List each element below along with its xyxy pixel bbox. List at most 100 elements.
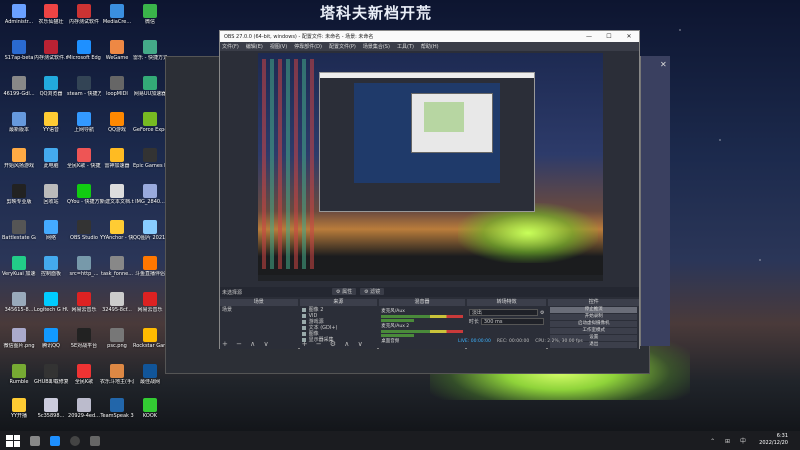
- desktop-icon[interactable]: 5E对战平台: [67, 326, 101, 362]
- desktop-icon[interactable]: src=http_...: [67, 254, 101, 290]
- desktop-icon[interactable]: S17ap-beta: [2, 38, 36, 74]
- desktop-icon[interactable]: Battlestate Games L...: [2, 218, 36, 254]
- desktop-icon[interactable]: IMG_2840...: [133, 182, 167, 218]
- desktop-icon[interactable]: YY开播: [2, 396, 36, 432]
- clock[interactable]: 6:31 2022/12/20: [759, 433, 788, 447]
- desktop-icon[interactable]: steam - 快捷方式: [67, 74, 101, 110]
- virtual-camera-button[interactable]: 启动虚拟摄像机: [550, 321, 637, 327]
- desktop-icon[interactable]: QQ图片 20210624...: [133, 218, 167, 254]
- desktop-icon[interactable]: VeryKuai 加速器: [2, 254, 36, 290]
- game-icon[interactable]: [90, 435, 100, 446]
- close-icon[interactable]: ✕: [660, 60, 667, 69]
- desktop-icon-label: 5E对战平台: [70, 343, 98, 349]
- close-button[interactable]: ✕: [619, 33, 639, 40]
- desktop-icon[interactable]: Microsoft Edge: [67, 38, 101, 74]
- desktop-icon[interactable]: 5c35898...: [34, 396, 68, 432]
- desktop-icon[interactable]: 内存测试软件: [67, 2, 101, 38]
- desktop-icon-label: 雷神加速器: [104, 163, 130, 169]
- desktop-icon[interactable]: 开始风扬游戏: [2, 146, 36, 182]
- desktop-icon[interactable]: 内存测试软件.rar: [34, 38, 68, 74]
- desktop-icon[interactable]: 345615-8...: [2, 290, 36, 326]
- properties-button[interactable]: ⚙ 属性: [332, 288, 357, 295]
- sources-footer-buttons[interactable]: + − ⚙ ∧ ∨: [302, 340, 366, 348]
- desktop-icon[interactable]: GHUB卸载修复版本.exe: [34, 362, 68, 398]
- desktop-icon[interactable]: KOOK: [133, 396, 167, 432]
- desktop-icon[interactable]: task_fonne...: [100, 254, 134, 290]
- desktop-icon[interactable]: MediaCre...: [100, 2, 134, 38]
- desktop-icon[interactable]: 网易UU加速器: [133, 74, 167, 110]
- duration-field[interactable]: 300 ms: [480, 318, 545, 325]
- filters-button[interactable]: ⚙ 滤镜: [360, 288, 385, 295]
- volume-slider[interactable]: [381, 334, 463, 337]
- desktop-icon[interactable]: 雷神加速器: [100, 146, 134, 182]
- desktop-icon[interactable]: 剪映专业版: [2, 182, 36, 218]
- app-icon: [12, 256, 26, 270]
- system-tray[interactable]: ⌃ ⊞ 中: [710, 436, 750, 445]
- desktop-icon[interactable]: 网易云音乐: [67, 290, 101, 326]
- scenes-footer-buttons[interactable]: + − ∧ ∨: [222, 340, 272, 348]
- desktop-icon[interactable]: Rumble: [2, 362, 36, 398]
- preview-canvas[interactable]: [258, 53, 603, 279]
- volume-slider[interactable]: [381, 319, 463, 322]
- menu-tools[interactable]: 工具(T): [397, 43, 414, 50]
- desktop-icon[interactable]: QQ游戏: [100, 110, 134, 146]
- desktop-icon[interactable]: 此电脑: [34, 146, 68, 182]
- desktop-icon[interactable]: 最新版本: [2, 110, 36, 146]
- desktop-icon[interactable]: 46199-Gdl...: [2, 74, 36, 110]
- desktop-icon[interactable]: TeamSpeak 3: [100, 396, 134, 432]
- edge-icon[interactable]: [50, 435, 60, 446]
- desktop-icon[interactable]: 全民K歌 - 快捷方式: [67, 146, 101, 182]
- desktop-icon[interactable]: 腾讯QQ: [34, 326, 68, 362]
- menu-file[interactable]: 文件(F): [222, 43, 239, 50]
- gear-icon[interactable]: ⚙: [540, 310, 544, 316]
- menu-view[interactable]: 视图(V): [270, 43, 287, 50]
- desktop-icon[interactable]: OBS Studio: [67, 218, 101, 254]
- desktop-icon-label: YY开播: [10, 413, 28, 419]
- desktop-icon[interactable]: QYou - 快捷方式: [67, 182, 101, 218]
- desktop-icon[interactable]: 网易云音乐: [133, 290, 167, 326]
- desktop-icon[interactable]: YYAnchor - 快捷方式: [100, 218, 134, 254]
- start-recording-button[interactable]: 开始录制: [550, 314, 637, 320]
- menu-docks[interactable]: 停靠部件(D): [294, 43, 322, 50]
- desktop-icon[interactable]: loopMIDI: [100, 74, 134, 110]
- desktop-icon[interactable]: 网络: [34, 218, 68, 254]
- menu-edit[interactable]: 编辑(E): [246, 43, 263, 50]
- desktop-icon[interactable]: 新建文本文档.txt: [100, 182, 134, 218]
- desktop-icon[interactable]: Administr...: [2, 2, 36, 38]
- desktop-icon[interactable]: GeForce Experience: [133, 110, 167, 146]
- windows-start-button[interactable]: [6, 434, 20, 447]
- desktop-icon[interactable]: 斗鱼直播伴侣: [133, 254, 167, 290]
- desktop-icon[interactable]: 农乐仙猫壮: [34, 2, 68, 38]
- menu-help[interactable]: 帮助(H): [421, 43, 439, 50]
- desktop-icon[interactable]: 全民K歌: [67, 362, 101, 398]
- desktop-icon[interactable]: 20929-4ed...: [67, 396, 101, 432]
- desktop-icon[interactable]: 农乐斗地主(手游电脑版): [100, 362, 134, 398]
- minimize-button[interactable]: —: [579, 33, 599, 40]
- menu-profile[interactable]: 配置文件(P): [329, 43, 356, 50]
- maximize-button[interactable]: ☐: [599, 33, 619, 40]
- desktop-icon[interactable]: QQ浏览器: [34, 74, 68, 110]
- desktop-icon[interactable]: 雷乐 - 快捷方式: [133, 38, 167, 74]
- desktop-icon[interactable]: 微信: [133, 2, 167, 38]
- desktop-icon[interactable]: YY语音: [34, 110, 68, 146]
- desktop-icon-label: 32495-8cf...: [102, 307, 132, 313]
- desktop-icon[interactable]: WeGame: [100, 38, 134, 74]
- obs-icon[interactable]: [70, 435, 80, 446]
- desktop-icon[interactable]: 微信图片.png: [2, 326, 36, 362]
- desktop-icon[interactable]: psc.png: [100, 326, 134, 362]
- desktop-icon[interactable]: Logitech G HUB: [34, 290, 68, 326]
- desktop-icon[interactable]: Epic Games Launcher: [133, 146, 167, 182]
- desktop-icon[interactable]: 回收站: [34, 182, 68, 218]
- studio-mode-button[interactable]: 工作室模式: [550, 328, 637, 334]
- search-icon[interactable]: [30, 435, 40, 446]
- desktop-icon[interactable]: Rockstar Games...: [133, 326, 167, 362]
- transition-select[interactable]: 淡出: [468, 309, 538, 316]
- desktop-icon[interactable]: 32495-8cf...: [100, 290, 134, 326]
- stop-streaming-button[interactable]: 停止推流: [550, 307, 637, 313]
- window-title: OBS 27.0.0 (64-bit, windows) - 配置文件: 未命名…: [224, 34, 374, 40]
- menu-scene-collection[interactable]: 场景集合(S): [363, 43, 390, 50]
- desktop-icon[interactable]: 控制面板: [34, 254, 68, 290]
- scene-item[interactable]: 场景: [222, 307, 296, 313]
- desktop-icon[interactable]: 最佳战网: [133, 362, 167, 398]
- desktop-icon[interactable]: 上网导航: [67, 110, 101, 146]
